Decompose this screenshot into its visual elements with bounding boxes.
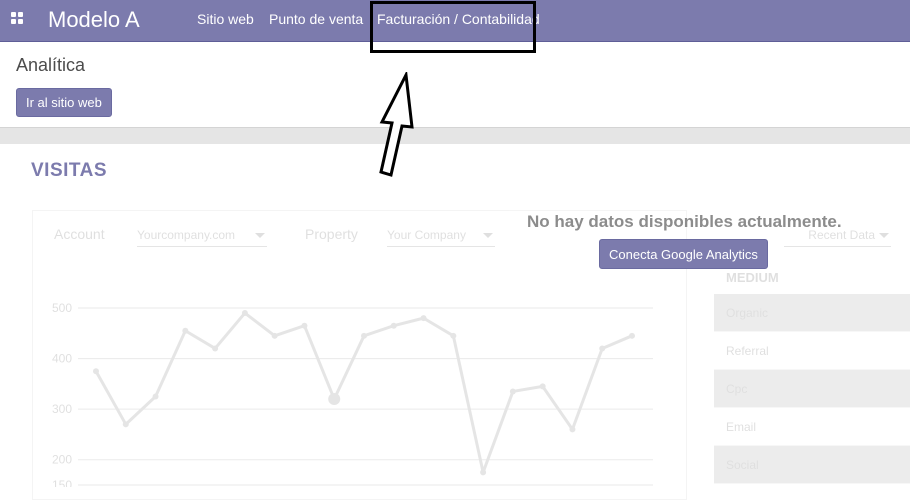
control-panel: Analítica Ir al sitio web [0,42,910,128]
connect-google-analytics-button[interactable]: Conecta Google Analytics [599,239,768,269]
data-point [182,327,189,334]
data-point [122,421,129,428]
annotation-highlight-box [370,1,536,53]
table-row: Social [714,446,910,484]
data-point [361,332,367,339]
data-point [212,345,219,352]
data-point [390,322,397,329]
data-point [152,393,159,400]
no-data-message: No hay datos disponibles actualmente. [527,212,842,231]
data-point [569,426,576,433]
data-point [480,469,487,476]
data-point [93,368,99,375]
data-point [328,393,341,406]
data-point [271,332,278,339]
y-tick-label: 400 [52,352,72,366]
y-tick-label: 150 [52,478,72,487]
data-point [241,310,248,317]
data-point [599,345,606,352]
annotation-arrow-icon [379,72,414,177]
content-separator [0,128,910,144]
table-row: Referral [714,332,910,370]
table-row: Organic [714,294,910,332]
y-tick-label: 200 [52,453,72,467]
menu-punto-de-venta[interactable]: Punto de venta [269,11,363,27]
data-point [539,383,546,390]
breadcrumb: Analítica [16,55,86,75]
data-point [509,388,516,395]
analytics-dashboard: VISITAS Account Yourcompany.com Property… [0,144,910,500]
app-title: Modelo A [48,7,140,32]
data-point [629,332,635,339]
apps-grid-icon[interactable] [11,12,23,24]
y-tick-label: 500 [52,301,72,315]
menu-sitio-web[interactable]: Sitio web [197,11,254,27]
medium-table: MEDIUM Organic Referral Cpc Email Social [714,266,910,484]
data-point [301,322,308,329]
sample-analytics-widget: Account Yourcompany.com Property Your Co… [0,144,910,500]
data-point [450,332,457,339]
data-point [420,315,427,322]
y-tick-label: 300 [52,402,72,416]
table-row: Cpc [714,370,910,408]
table-row: Email [714,408,910,446]
go-to-website-button[interactable]: Ir al sitio web [16,88,112,117]
medium-table-header: MEDIUM [726,270,779,285]
